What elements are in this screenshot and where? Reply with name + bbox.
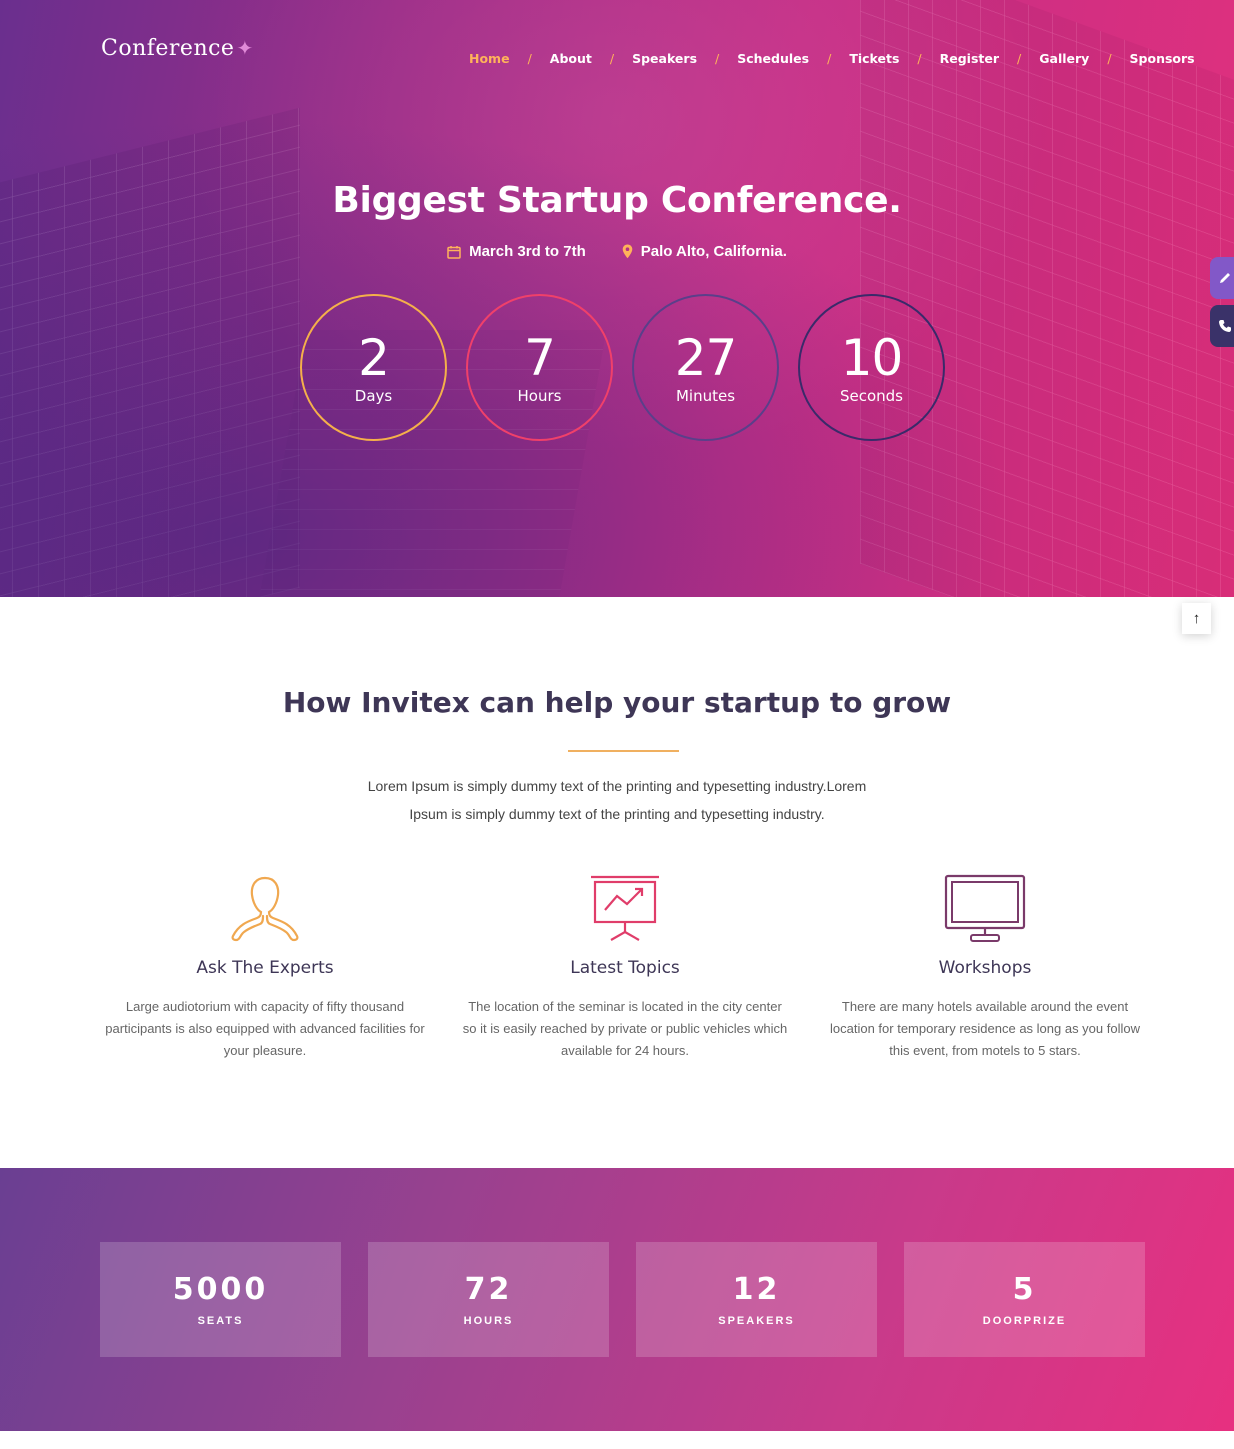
scroll-to-top-button[interactable]: ↑ [1182, 603, 1211, 634]
stat-doorprize: 5 DOORPRIZE [904, 1242, 1145, 1357]
phone-tool-button[interactable] [1210, 305, 1234, 347]
event-meta: March 3rd to 7th Palo Alto, California. [0, 243, 1234, 260]
hero-section: Conference ✦ Home / About / Speakers / Sc… [0, 0, 1234, 597]
feature-icon-wrap [815, 868, 1155, 944]
section-description-line: Ipsum is simply dummy text of the printi… [409, 806, 825, 822]
main-nav: Home / About / Speakers / Schedules / Ti… [469, 49, 1195, 67]
countdown-value: 27 [674, 328, 738, 387]
stat-label: DOORPRIZE [982, 1315, 1067, 1327]
feature-text: The location of the seminar is located i… [462, 999, 788, 1058]
nav-separator: / [917, 50, 922, 66]
section-description: Lorem Ipsum is simply dummy text of the … [317, 772, 917, 828]
nav-separator: / [1107, 50, 1112, 66]
nav-separator: / [1017, 50, 1022, 66]
stat-value: 5000 [172, 1272, 269, 1307]
calendar-icon [447, 245, 461, 259]
countdown-label: Days [354, 386, 393, 405]
countdown: 2 Days 7 Hours 27 Minutes 10 Seconds [300, 294, 945, 441]
pencil-icon [1220, 273, 1230, 283]
nav-separator: / [827, 50, 832, 66]
countdown-minutes: 27 Minutes [632, 294, 779, 441]
presentation-chart-icon [591, 875, 659, 941]
countdown-seconds: 10 Seconds [798, 294, 945, 441]
logo-text: Conference [101, 36, 235, 61]
feature-latest-topics: Latest Topics The location of the semina… [455, 868, 795, 1062]
countdown-days: 2 Days [300, 294, 447, 441]
nav-item-register[interactable]: Register [940, 51, 999, 66]
logo-star-icon: ✦ [236, 36, 254, 60]
event-date-text: March 3rd to 7th [469, 243, 586, 260]
nav-separator: / [609, 50, 615, 66]
event-location-text: Palo Alto, California. [640, 243, 787, 260]
feature-icon-wrap [95, 868, 435, 944]
countdown-hours: 7 Hours [466, 294, 613, 441]
stat-hours: 72 HOURS [368, 1242, 609, 1357]
section-title: How Invitex can help your startup to gro… [282, 686, 952, 719]
section-divider [568, 750, 679, 752]
event-date: March 3rd to 7th [447, 243, 586, 260]
stat-label: SEATS [197, 1315, 244, 1327]
nav-separator: / [715, 50, 720, 66]
countdown-label: Hours [517, 386, 562, 405]
countdown-label: Minutes [675, 386, 736, 405]
monitor-icon [944, 874, 1026, 942]
countdown-value: 10 [840, 328, 904, 387]
feature-text: There are many hotels available around t… [830, 999, 1140, 1058]
countdown-value: 7 [524, 328, 556, 387]
stat-label: HOURS [463, 1315, 514, 1327]
nav-item-about[interactable]: About [550, 51, 592, 66]
stat-speakers: 12 SPEAKERS [636, 1242, 877, 1357]
stat-value: 12 [732, 1272, 781, 1307]
features-row: Ask The Experts Large audiotorium with c… [95, 868, 1155, 1062]
stat-label: SPEAKERS [718, 1315, 795, 1327]
nav-item-tickets[interactable]: Tickets [849, 51, 899, 66]
nav-separator: / [527, 50, 532, 66]
hero-title: Biggest Startup Conference. [332, 180, 902, 221]
feature-text: Large audiotorium with capacity of fifty… [105, 999, 425, 1058]
nav-item-schedules[interactable]: Schedules [737, 51, 809, 66]
feature-icon-wrap [455, 868, 795, 944]
nav-item-home[interactable]: Home [469, 51, 510, 66]
nav-item-gallery[interactable]: Gallery [1039, 51, 1089, 66]
stat-value: 5 [1012, 1272, 1037, 1307]
stats-section: 5000 SEATS 72 HOURS 12 SPEAKERS 5 DOORPR… [0, 1168, 1234, 1431]
event-location: Palo Alto, California. [622, 243, 787, 260]
map-pin-icon [622, 244, 633, 259]
phone-icon [1219, 320, 1231, 332]
feature-title: Latest Topics [570, 958, 680, 978]
countdown-label: Seconds [839, 386, 904, 405]
feature-title: Workshops [938, 958, 1032, 978]
logo[interactable]: Conference ✦ [101, 36, 254, 61]
stat-value: 72 [464, 1272, 513, 1307]
section-description-line: Lorem Ipsum is simply dummy text of the … [367, 778, 867, 794]
edit-tool-button[interactable] [1210, 257, 1234, 299]
arrow-up-icon: ↑ [1192, 610, 1201, 627]
user-icon [231, 876, 299, 942]
nav-item-speakers[interactable]: Speakers [632, 51, 697, 66]
feature-title: Ask The Experts [196, 958, 334, 978]
countdown-value: 2 [358, 328, 390, 387]
nav-item-sponsors[interactable]: Sponsors [1130, 51, 1195, 66]
feature-workshops: Workshops There are many hotels availabl… [815, 868, 1155, 1062]
feature-ask-experts: Ask The Experts Large audiotorium with c… [95, 868, 435, 1062]
stat-seats: 5000 SEATS [100, 1242, 341, 1357]
